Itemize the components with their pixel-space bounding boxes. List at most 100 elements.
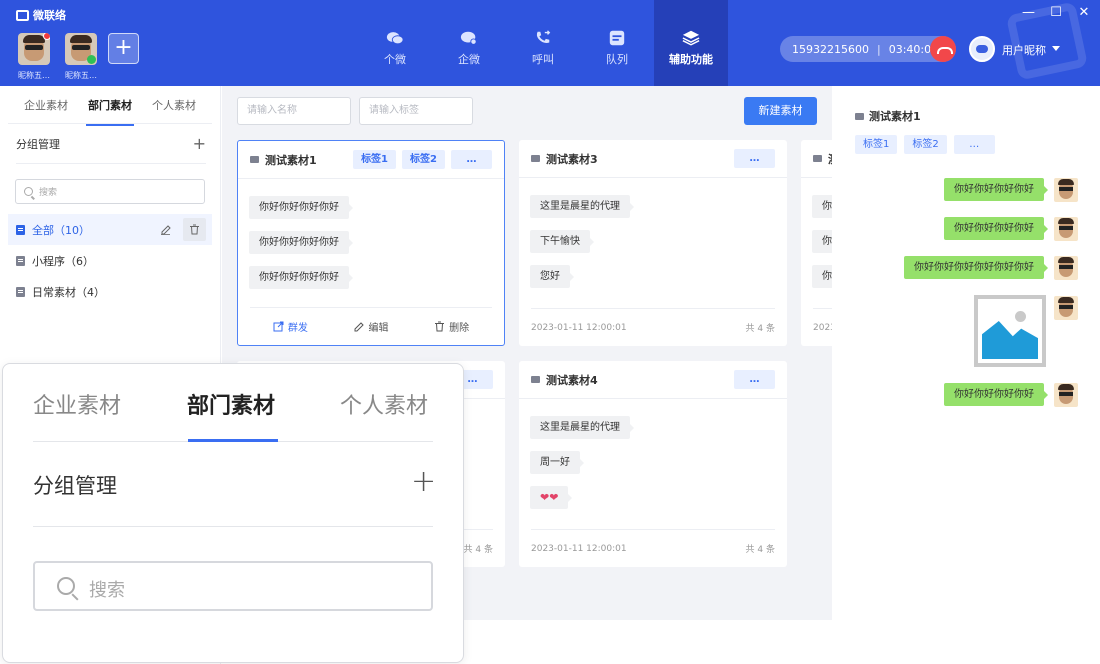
card-tags: … bbox=[734, 149, 775, 168]
account-avatar-2[interactable] bbox=[65, 33, 97, 65]
user-avatar[interactable] bbox=[969, 36, 995, 62]
unread-badge bbox=[43, 33, 50, 40]
group-item-all[interactable]: 全部（10） bbox=[8, 214, 212, 245]
maximize-button[interactable]: ☐ bbox=[1050, 5, 1062, 20]
folder-icon bbox=[855, 112, 864, 120]
add-group-button[interactable]: + bbox=[411, 464, 436, 499]
nav-item-work-wechat[interactable]: 企微 bbox=[432, 0, 506, 86]
card-actions: 群发 编辑 删除 bbox=[250, 307, 492, 345]
search-icon bbox=[57, 577, 75, 595]
group-item-mini-program[interactable]: 小程序（6） bbox=[8, 245, 212, 276]
tab-enterprise-material[interactable]: 企业素材 bbox=[33, 388, 121, 420]
add-account-button[interactable]: + bbox=[108, 33, 139, 64]
name-search-input[interactable]: 请输入名称 bbox=[237, 97, 351, 125]
card-title: 测 bbox=[828, 151, 832, 167]
group-management-title: 分组管理 bbox=[16, 137, 60, 151]
active-tab-indicator bbox=[188, 439, 278, 442]
tab-personal-material[interactable]: 个人素材 bbox=[340, 388, 428, 420]
more-tags-button[interactable]: … bbox=[953, 135, 995, 154]
folder-icon bbox=[813, 155, 822, 162]
card-count: 共 4 条 bbox=[745, 545, 775, 555]
divider bbox=[33, 526, 433, 527]
card-header: 测 bbox=[801, 140, 832, 178]
hangup-icon[interactable] bbox=[930, 36, 956, 62]
sender-avatar bbox=[1054, 256, 1078, 280]
card-header: 测试素材4 … bbox=[519, 361, 787, 399]
tag-search-input[interactable]: 请输入标签 bbox=[359, 97, 473, 125]
message-bubble: 你好你好你好你好 bbox=[249, 266, 353, 289]
tab-department-material[interactable]: 部门素材 bbox=[86, 93, 134, 126]
more-tags-button[interactable]: … bbox=[451, 150, 492, 169]
folder-icon bbox=[531, 155, 540, 162]
document-icon bbox=[16, 286, 25, 297]
top-bar: 微联络 — ☐ ✕ 昵称五… 昵称五… + 个微 企微 呼叫 队列 辅助功能 1… bbox=[0, 0, 1100, 86]
caret-down-icon[interactable] bbox=[1052, 46, 1060, 51]
tag[interactable]: 标签1 bbox=[855, 135, 898, 154]
more-tags-button[interactable]: … bbox=[734, 149, 775, 168]
tab-personal-material[interactable]: 个人素材 bbox=[150, 93, 198, 117]
card-count: 共 4 条 bbox=[745, 324, 775, 334]
message-bubble: 你好你好你好你好 bbox=[249, 196, 353, 219]
card-title: 测试素材4 bbox=[546, 373, 598, 387]
group-search-input[interactable]: 搜索 bbox=[33, 561, 433, 611]
delete-group-button[interactable] bbox=[183, 218, 206, 241]
hearts-emoji: ❤❤ bbox=[530, 486, 573, 509]
card-title: 测试素材3 bbox=[546, 152, 598, 166]
wechat-status-icon bbox=[87, 55, 96, 64]
edit-group-button[interactable] bbox=[154, 218, 177, 241]
nav-item-assist[interactable]: 辅助功能 bbox=[654, 0, 728, 86]
new-material-button[interactable]: 新建素材 bbox=[744, 97, 817, 125]
group-item-daily-material[interactable]: 日常素材（4） bbox=[8, 276, 212, 307]
close-button[interactable]: ✕ bbox=[1078, 5, 1090, 20]
tag[interactable]: 标签1 bbox=[353, 150, 397, 169]
document-icon bbox=[16, 224, 25, 235]
chat-bubble-outgoing: 你好你好你好你好 bbox=[944, 178, 1048, 201]
nav-item-call[interactable]: 呼叫 bbox=[506, 0, 580, 86]
material-card-3[interactable]: 测试素材3 … 这里是晨星的代理 下午愉快 您好 2023-01-11 12:0… bbox=[519, 140, 787, 346]
message-bubble: 下午愉快 bbox=[530, 230, 594, 253]
group-management-title: 分组管理 bbox=[33, 474, 117, 498]
preview-title: 测试素材1 bbox=[855, 108, 921, 124]
search-placeholder: 搜索 bbox=[39, 188, 58, 198]
folder-icon bbox=[250, 156, 259, 163]
message-bubble: 您好 bbox=[530, 265, 574, 288]
group-management-header: 分组管理 + bbox=[16, 124, 206, 164]
material-card-1[interactable]: 测试素材1 标签1 标签2 … 你好你好你好你好 你好你好你好你好 你好你好你好… bbox=[237, 140, 505, 346]
card-header: 测试素材3 … bbox=[519, 140, 787, 178]
card-title: 测试素材1 bbox=[265, 153, 317, 167]
group-actions bbox=[154, 218, 206, 241]
account-label-1: 昵称五… bbox=[18, 71, 50, 80]
message-bubble: 你好你好你好你好 bbox=[249, 231, 353, 254]
tab-enterprise-material[interactable]: 企业素材 bbox=[22, 93, 70, 117]
material-card-partial[interactable]: 测 你 你 你 2023 bbox=[801, 140, 832, 346]
broadcast-button[interactable]: 群发 bbox=[273, 319, 308, 334]
nav-item-personal-wechat[interactable]: 个微 bbox=[358, 0, 432, 86]
minimize-button[interactable]: — bbox=[1022, 5, 1035, 20]
tag[interactable]: 标签2 bbox=[402, 150, 445, 169]
card-date: 2023-01-11 12:00:01 bbox=[531, 543, 627, 554]
user-name[interactable]: 用户昵称 bbox=[1002, 42, 1046, 58]
chat-bubble-outgoing: 你好你好你好你好你好你好 bbox=[904, 256, 1048, 279]
search-icon bbox=[24, 187, 33, 196]
account-avatar-1[interactable] bbox=[18, 33, 50, 65]
zoom-material-tabs: 企业素材 部门素材 个人素材 bbox=[33, 388, 433, 442]
add-group-button[interactable]: + bbox=[193, 134, 206, 153]
window-controls: — ☐ ✕ bbox=[1022, 5, 1090, 20]
more-tags-button[interactable]: … bbox=[734, 370, 775, 389]
sender-avatar bbox=[1054, 217, 1078, 241]
message-bubble: 你 bbox=[812, 265, 832, 288]
chat-bubble-outgoing: 你好你好你好你好 bbox=[944, 383, 1048, 406]
tag[interactable]: 标签2 bbox=[904, 135, 947, 154]
card-date: 2023 bbox=[813, 322, 832, 333]
delete-button[interactable]: 删除 bbox=[434, 319, 469, 334]
image-message[interactable] bbox=[974, 295, 1046, 367]
group-search-input[interactable]: 搜索 bbox=[15, 179, 205, 204]
document-icon bbox=[16, 255, 25, 266]
sender-avatar bbox=[1054, 383, 1078, 407]
nav-item-queue[interactable]: 队列 bbox=[580, 0, 654, 86]
edit-button[interactable]: 编辑 bbox=[353, 319, 388, 334]
chat-bubble-outgoing: 你好你好你好你好 bbox=[944, 217, 1048, 240]
material-card-4[interactable]: 测试素材4 … 这里是晨星的代理 周一好 ❤❤ 2023-01-11 12:00… bbox=[519, 361, 787, 567]
tab-department-material[interactable]: 部门素材 bbox=[187, 388, 275, 420]
work-wechat-icon bbox=[460, 31, 477, 45]
